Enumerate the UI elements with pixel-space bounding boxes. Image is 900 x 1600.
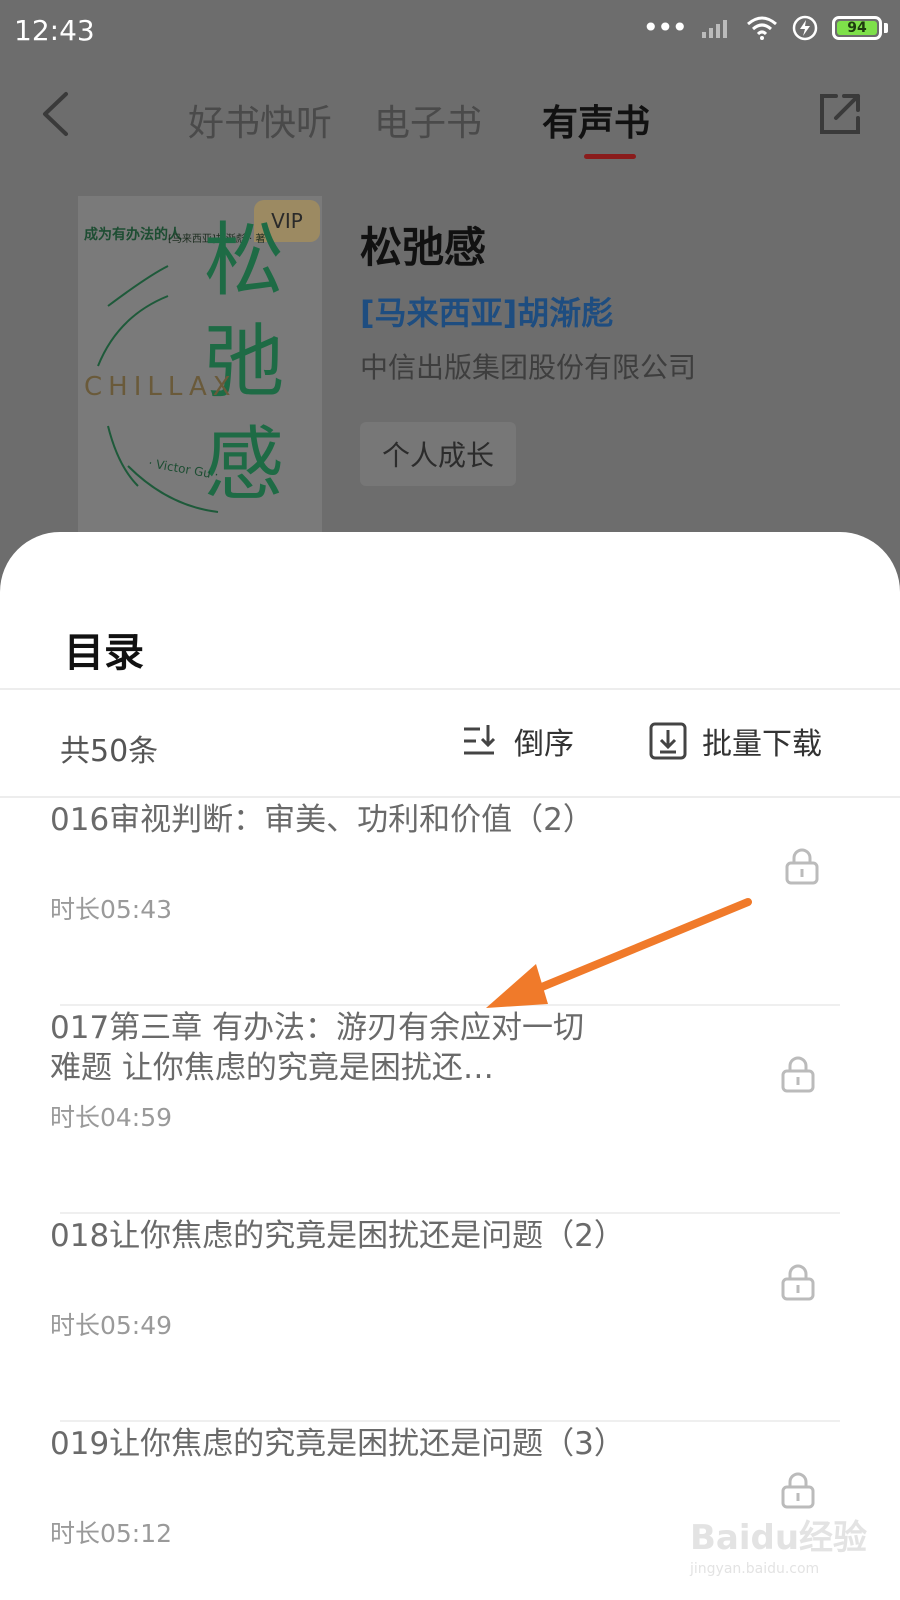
sort-icon <box>464 725 496 755</box>
baidu-watermark: Baidu经验 jingyan.baidu.com <box>690 1510 870 1590</box>
book-tag[interactable]: 个人成长 <box>360 422 517 486</box>
charging-icon <box>792 15 818 41</box>
list-item[interactable]: 016审视判断：审美、功利和价值（2） 时长05:43 <box>0 798 900 1006</box>
batch-download-label: 批量下载 <box>702 727 822 762</box>
tab-ebook[interactable]: 电子书 <box>374 94 482 146</box>
share-button[interactable] <box>816 90 864 138</box>
toc-sheet: 目录 共50条 倒序 批量下载 016审视判断：审美、功利和价值（2） 时长05… <box>0 532 900 1600</box>
tab-quick-listen[interactable]: 好书快听 <box>188 94 332 146</box>
watermark-url: jingyan.baidu.com <box>690 1561 820 1577</box>
lock-icon <box>781 1264 815 1301</box>
reverse-order-label: 倒序 <box>514 727 574 762</box>
battery-level: 94 <box>837 20 877 36</box>
toc-title: 目录 <box>64 630 144 676</box>
chapter-title: 019让你焦虑的究竟是困扰还是问题（3） <box>50 1426 625 1462</box>
batch-download-button[interactable]: 批量下载 <box>648 714 822 768</box>
chapter-title: 018让你焦虑的究竟是困扰还是问题（2） <box>50 1218 625 1254</box>
more-dots-icon: ••• <box>642 11 688 44</box>
chapter-duration: 时长05:49 <box>50 1311 173 1340</box>
battery-icon: 94 <box>832 16 888 40</box>
toc-count: 共50条 <box>60 734 159 769</box>
book-title: 松弛感 <box>360 223 487 272</box>
download-icon <box>649 722 687 760</box>
lock-icon <box>781 1472 815 1509</box>
status-time: 12:43 <box>14 14 95 47</box>
chapter-duration: 时长04:59 <box>50 1103 173 1132</box>
divider <box>0 688 900 690</box>
chapter-duration: 时长05:43 <box>50 895 173 924</box>
lock-icon <box>781 1056 815 1093</box>
signal-icon <box>702 20 727 38</box>
cover-english-title: CHILLAX <box>84 372 237 402</box>
status-bar: 12:43 ••• 94 <box>0 0 900 62</box>
tab-active-indicator <box>584 154 636 159</box>
book-author[interactable]: [马来西亚]胡渐彪 <box>360 288 613 334</box>
list-item[interactable]: 017第三章 有办法：游刃有余应对一切难题 让你焦虑的究竟是困扰还… 时长04:… <box>0 1006 900 1214</box>
chapter-title: 017第三章 有办法：游刃有余应对一切难题 让你焦虑的究竟是困扰还… <box>50 1010 585 1086</box>
toc-toolbar: 共50条 倒序 批量下载 <box>0 692 900 796</box>
back-button[interactable] <box>30 84 80 144</box>
status-icons: ••• 94 <box>642 14 888 42</box>
chapter-duration: 时长05:12 <box>50 1519 173 1548</box>
toc-list: 016审视判断：审美、功利和价值（2） 时长05:43 017第三章 有办法：游… <box>0 798 900 1600</box>
back-arrow-icon <box>43 92 68 136</box>
watermark-main: Baidu经验 <box>690 1518 868 1558</box>
reverse-order-button[interactable]: 倒序 <box>460 714 574 768</box>
list-item[interactable]: 018让你焦虑的究竟是困扰还是问题（2） 时长05:49 <box>0 1214 900 1422</box>
book-publisher: 中信出版集团股份有限公司 <box>360 351 697 384</box>
lock-icon <box>785 848 819 885</box>
chapter-title: 016审视判断：审美、功利和价值（2） <box>50 802 594 838</box>
tab-audiobook[interactable]: 有声书 <box>542 94 650 146</box>
share-icon <box>820 94 860 134</box>
wifi-icon <box>747 16 777 40</box>
top-nav: 好书快听 电子书 有声书 <box>0 70 900 166</box>
